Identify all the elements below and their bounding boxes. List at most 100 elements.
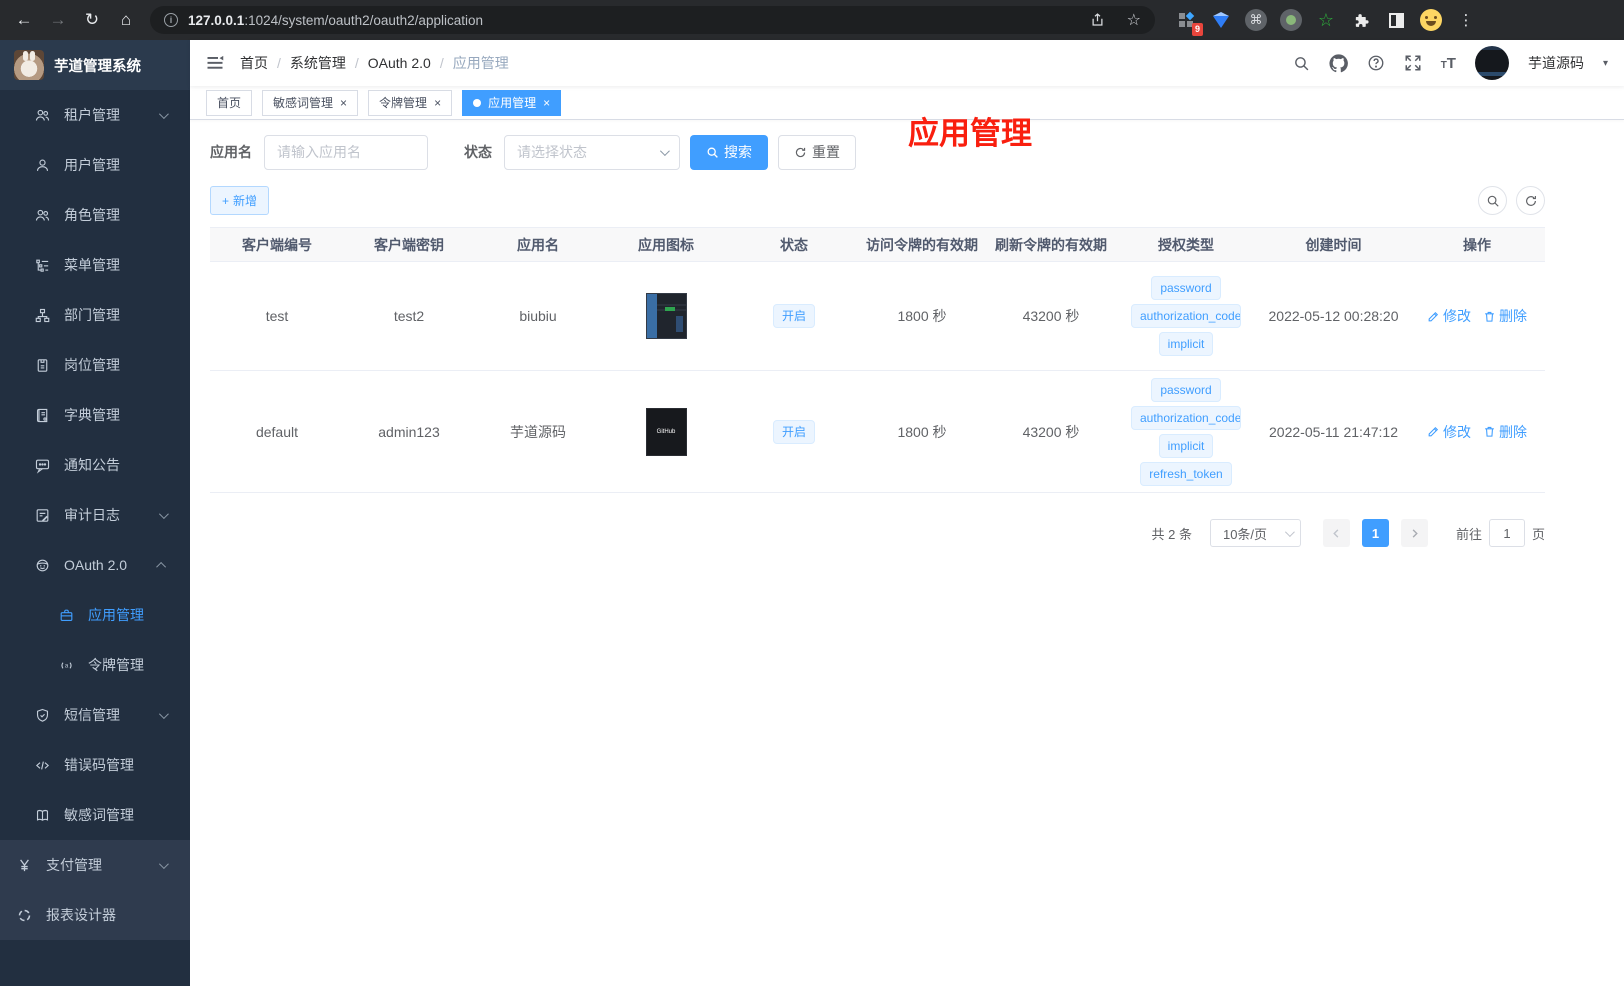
sidebar-item-notice[interactable]: 通知公告 xyxy=(0,440,190,490)
edit-button[interactable]: 修改 xyxy=(1427,422,1471,442)
col-app-icon: 应用图标 xyxy=(638,236,694,253)
address-bar[interactable]: i 127.0.0.1:1024/system/oauth2/oauth2/ap… xyxy=(150,6,1155,34)
cell-app-name: biubiu xyxy=(519,308,557,324)
toggle-search-button[interactable] xyxy=(1478,186,1507,215)
profile-avatar[interactable] xyxy=(1418,7,1444,33)
close-icon[interactable]: × xyxy=(543,97,550,109)
sidebar-item-dict[interactable]: 字典管理 xyxy=(0,390,190,440)
col-client-id: 客户端编号 xyxy=(242,236,312,253)
extensions-puzzle-icon[interactable] xyxy=(1348,7,1374,33)
sidebar-item-post[interactable]: 岗位管理 xyxy=(0,340,190,390)
sidebar-item-role[interactable]: 角色管理 xyxy=(0,190,190,240)
status-select[interactable]: 请选择状态 xyxy=(504,134,680,170)
font-size-icon[interactable]: TT xyxy=(1441,55,1456,72)
chevron-down-icon xyxy=(158,858,169,869)
sidebar-item-menu[interactable]: 菜单管理 xyxy=(0,240,190,290)
page-jumper-input[interactable] xyxy=(1488,519,1525,547)
chevron-down-icon xyxy=(1284,526,1295,537)
search-button[interactable]: 搜索 xyxy=(690,134,768,170)
sidebar-item-label: 字典管理 xyxy=(64,407,120,423)
table-row: test test2 biubiu 开启 1800 秒 43200 秒 pass… xyxy=(210,262,1545,371)
breadcrumb-oauth[interactable]: OAuth 2.0 xyxy=(368,55,431,71)
extension-record-icon[interactable] xyxy=(1278,7,1304,33)
user-avatar[interactable] xyxy=(1474,46,1509,80)
close-icon[interactable]: × xyxy=(340,97,347,109)
app-logo-bar[interactable]: 芋道管理系统 xyxy=(0,40,190,90)
tab-label: 敏感词管理 xyxy=(273,96,334,110)
url-host: 127.0.0.1 xyxy=(188,12,245,28)
briefcase-icon xyxy=(60,609,73,621)
tab-application[interactable]: 应用管理 × xyxy=(462,89,562,116)
sidebar-item-error-code[interactable]: 错误码管理 xyxy=(0,740,190,790)
next-page-button[interactable] xyxy=(1400,519,1428,547)
sidebar-item-payment[interactable]: 支付管理 xyxy=(0,840,190,890)
user-menu-caret-icon[interactable]: ▾ xyxy=(1603,58,1608,69)
browser-reload-button[interactable]: ↻ xyxy=(76,5,108,35)
reset-button[interactable]: 重置 xyxy=(778,134,856,170)
sidebar-item-label: 审计日志 xyxy=(64,507,120,523)
edit-label: 修改 xyxy=(1443,423,1471,440)
header-search-icon[interactable] xyxy=(1293,55,1310,72)
grant-type-tag: password xyxy=(1151,377,1221,402)
delete-button[interactable]: 删除 xyxy=(1483,306,1527,326)
reset-button-label: 重置 xyxy=(812,144,840,160)
fullscreen-icon[interactable] xyxy=(1404,54,1422,72)
github-icon[interactable] xyxy=(1329,53,1348,73)
prev-page-button[interactable] xyxy=(1322,519,1350,547)
site-info-icon[interactable]: i xyxy=(164,13,178,27)
chevron-down-icon xyxy=(158,708,169,719)
id-badge-icon xyxy=(37,358,48,372)
sidebar-section-toplevel: 支付管理 报表设计器 xyxy=(0,840,190,940)
sidebar-item-sms[interactable]: 短信管理 xyxy=(0,690,190,740)
edit-button[interactable]: 修改 xyxy=(1427,306,1471,326)
add-button[interactable]: + 新增 xyxy=(210,186,270,215)
sidebar-item-oauth2[interactable]: OAuth 2.0 xyxy=(0,540,190,590)
tab-token[interactable]: 令牌管理 × xyxy=(368,89,453,116)
sidebar-item-audit-log[interactable]: 审计日志 xyxy=(0,490,190,540)
extension-command-icon[interactable]: ⌘ xyxy=(1243,7,1269,33)
sidebar-item-sensitive-word[interactable]: 敏感词管理 xyxy=(0,790,190,840)
breadcrumb-home[interactable]: 首页 xyxy=(240,53,268,73)
tab-home[interactable]: 首页 xyxy=(206,89,253,116)
user-name[interactable]: 芋道源码 xyxy=(1528,53,1584,73)
app-logo xyxy=(14,50,44,80)
sidebar-item-dept[interactable]: 部门管理 xyxy=(0,290,190,340)
breadcrumb-system[interactable]: 系统管理 xyxy=(290,53,346,73)
browser-forward-button[interactable]: → xyxy=(42,5,74,35)
tab-sensitive-word[interactable]: 敏感词管理 × xyxy=(262,89,359,116)
extension-gem-icon[interactable] xyxy=(1208,7,1234,33)
tab-label: 首页 xyxy=(217,96,242,110)
extension-grid-icon[interactable]: 9 xyxy=(1173,7,1203,36)
page-number-current[interactable]: 1 xyxy=(1361,519,1389,547)
refresh-table-button[interactable] xyxy=(1516,186,1545,215)
page-size-select[interactable]: 10条/页 xyxy=(1209,519,1301,547)
col-grant-types: 授权类型 xyxy=(1158,236,1214,253)
col-app-name: 应用名 xyxy=(517,236,559,253)
help-icon[interactable] xyxy=(1367,54,1385,72)
sidebar-collapse-icon[interactable] xyxy=(206,55,224,71)
extension-star-icon[interactable]: ☆ xyxy=(1313,7,1339,33)
share-icon[interactable] xyxy=(1090,12,1105,28)
grant-type-tag: implicit xyxy=(1158,332,1214,356)
browser-menu-icon[interactable]: ⋮ xyxy=(1453,7,1479,33)
grant-type-tags: password authorization_code implicit ref… xyxy=(1116,377,1256,486)
sidebar-item-oauth2-application[interactable]: 应用管理 xyxy=(0,590,190,640)
browser-back-button[interactable]: ← xyxy=(8,5,40,35)
sidebar-item-report-designer[interactable]: 报表设计器 xyxy=(0,890,190,940)
delete-label: 删除 xyxy=(1499,308,1527,324)
close-icon[interactable]: × xyxy=(434,97,441,109)
app-name-input[interactable] xyxy=(264,134,428,170)
cell-app-name: 芋道源码 xyxy=(510,423,566,440)
browser-home-button[interactable]: ⌂ xyxy=(110,5,142,35)
extension-split-icon[interactable] xyxy=(1383,7,1409,33)
sidebar-item-oauth2-token[interactable]: a 令牌管理 xyxy=(0,640,190,690)
cell-access-ttl: 1800 秒 xyxy=(897,308,947,324)
bookmark-star-icon[interactable]: ☆ xyxy=(1127,10,1141,30)
sidebar-item-tenant[interactable]: 租户管理 xyxy=(0,90,190,140)
delete-button[interactable]: 删除 xyxy=(1483,422,1527,442)
sidebar-item-user[interactable]: 用户管理 xyxy=(0,140,190,190)
grant-type-tag: password xyxy=(1151,276,1221,300)
grant-type-tag: authorization_code xyxy=(1131,405,1241,430)
pagination-unit-label: 页 xyxy=(1531,526,1545,542)
cell-refresh-ttl: 43200 秒 xyxy=(1022,423,1080,440)
